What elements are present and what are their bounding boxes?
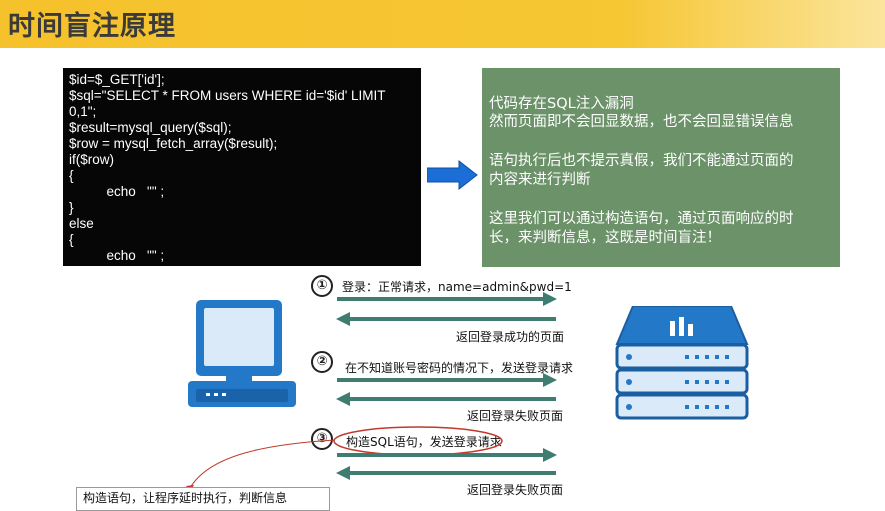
arrow-right-icon: [427, 160, 478, 190]
callout-curve: [186, 439, 336, 492]
code-line: else: [69, 216, 94, 231]
code-line: $result=mysql_query($sql);: [69, 120, 232, 135]
code-line: if($row): [69, 152, 115, 167]
code-line: $id=$_GET['id'];: [69, 72, 165, 87]
code-line: $row = mysql_fetch_array($result);: [69, 136, 278, 151]
step-response-text: 返回登录失败页面: [467, 483, 564, 497]
note-box: 构造语句，让程序延时执行，判断信息: [76, 487, 330, 511]
code-line: {: [69, 168, 74, 183]
code-line: 0,1";: [69, 104, 97, 119]
code-box: $id=$_GET['id']; $sql="SELECT * FROM use…: [63, 68, 421, 266]
request-arrow-icon: [337, 448, 557, 462]
explanation-line: 这里我们可以通过构造语句，通过页面响应的时: [489, 211, 794, 227]
explanation-line: 长，来判断信息，这既是时间盲注！: [489, 230, 721, 246]
step-response-text: 返回登录成功的页面: [456, 330, 565, 344]
page-title: 时间盲注原理: [8, 11, 176, 42]
response-arrow-icon: [336, 392, 556, 406]
explanation-line: 语句执行后也不提示真假，我们不能通过页面的: [489, 153, 794, 169]
step-number: ②: [311, 351, 333, 373]
step-number: ①: [311, 275, 333, 297]
explanation-line: 然而页面即不会回显数据，也不会回显错误信息: [489, 114, 794, 130]
server-icon: [615, 306, 749, 420]
code-line: }: [69, 264, 74, 266]
code-line: {: [69, 232, 74, 247]
code-line: $sql="SELECT * FROM users WHERE id='$id'…: [69, 88, 386, 103]
response-arrow-icon: [336, 312, 556, 326]
explanation-box: 代码存在SQL注入漏洞 然而页面即不会回显数据，也不会回显错误信息 语句执行后也…: [482, 68, 840, 267]
code-line: echo "" ;: [69, 248, 165, 263]
code-line: }: [69, 200, 74, 215]
request-arrow-icon: [337, 292, 557, 306]
response-arrow-icon: [336, 466, 556, 480]
request-arrow-icon: [337, 373, 557, 387]
step-response-text: 返回登录失败页面: [467, 409, 564, 423]
computer-icon: [188, 300, 296, 407]
explanation-line: 内容来进行判断: [489, 172, 591, 188]
code-line: echo "" ;: [69, 184, 165, 199]
